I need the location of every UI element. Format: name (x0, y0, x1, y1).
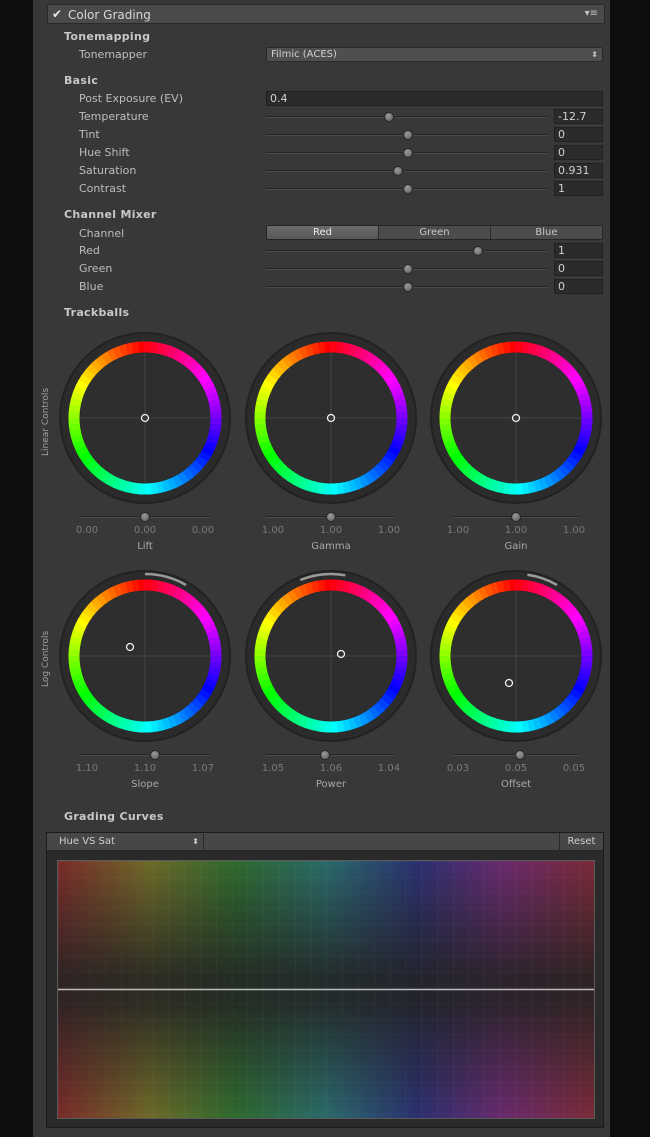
basic-hue-shift-value[interactable]: 0 (554, 145, 603, 160)
offset-label: Offset (500, 779, 532, 790)
mixer-red-label: Red (79, 244, 100, 257)
gain-value-1: 1.00 (504, 525, 528, 536)
offset-value-1: 0.05 (504, 763, 528, 774)
basic-temperature-value[interactable]: -12.7 (554, 109, 603, 124)
tab-green[interactable]: Green (379, 226, 491, 239)
post-exposure-field[interactable]: 0.4 (266, 91, 603, 106)
curve-toolbar: Hue VS Sat ⬍ Reset (47, 833, 603, 851)
slider-thumb[interactable] (392, 166, 403, 176)
power-value-0: 1.05 (261, 763, 285, 774)
section-trackballs: Trackballs (64, 306, 130, 319)
gain-trackball[interactable] (426, 328, 606, 508)
slope-slider[interactable] (80, 754, 210, 756)
component-title: Color Grading (68, 8, 151, 22)
slope-trackball[interactable] (55, 566, 235, 746)
basic-temperature-label: Temperature (79, 110, 149, 123)
tab-red[interactable]: Red (267, 226, 379, 239)
lift-value-0: 0.00 (75, 525, 99, 536)
slider-thumb[interactable] (514, 750, 525, 760)
gamma-value-2: 1.00 (377, 525, 401, 536)
gain-label: Gain (504, 541, 528, 552)
tonemapper-label: Tonemapper (79, 48, 148, 61)
enable-checkbox[interactable]: ✔ (52, 8, 65, 21)
slider-thumb[interactable] (511, 512, 521, 522)
offset-value-0: 0.03 (446, 763, 470, 774)
post-exposure-label: Post Exposure (EV) (79, 92, 183, 105)
tonemapper-dropdown[interactable]: Filmic (ACES) ⬍ (266, 47, 603, 62)
offset-trackball[interactable] (426, 566, 606, 746)
power-label: Power (315, 779, 347, 790)
gamma-value-1: 1.00 (319, 525, 343, 536)
section-channel-mixer: Channel Mixer (64, 208, 157, 221)
curve-editor: Hue VS Sat ⬍ Reset (46, 832, 604, 1128)
slope-value-2: 1.07 (191, 763, 215, 774)
curve-type-value: Hue VS Sat (59, 836, 115, 847)
section-tonemapping: Tonemapping (64, 30, 151, 43)
lift-value-1: 0.00 (133, 525, 157, 536)
section-basic: Basic (64, 74, 99, 87)
dropdown-arrow-icon: ⬍ (591, 50, 598, 59)
lift-value-2: 0.00 (191, 525, 215, 536)
slider-thumb[interactable] (326, 512, 336, 522)
basic-contrast-label: Contrast (79, 182, 127, 195)
channel-label: Channel (79, 227, 125, 240)
slider-thumb[interactable] (402, 264, 413, 274)
tonemapper-value: Filmic (ACES) (271, 49, 337, 60)
basic-contrast-value[interactable]: 1 (554, 181, 603, 196)
lift-label: Lift (137, 541, 153, 552)
slope-label: Slope (131, 779, 159, 790)
basic-hue-shift-label: Hue Shift (79, 146, 130, 159)
slider-thumb[interactable] (402, 282, 413, 292)
offset-value-2: 0.05 (562, 763, 586, 774)
tab-blue[interactable]: Blue (491, 226, 602, 239)
mixer-green-label: Green (79, 262, 113, 275)
slider-thumb[interactable] (402, 148, 413, 158)
gamma-trackball[interactable] (241, 328, 421, 508)
gamma-label: Gamma (311, 541, 351, 552)
dropdown-arrow-icon: ⬍ (192, 837, 199, 846)
gain-value-2: 1.00 (562, 525, 586, 536)
slope-value-0: 1.10 (75, 763, 99, 774)
power-trackball[interactable] (241, 566, 421, 746)
slope-value-1: 1.10 (133, 763, 157, 774)
power-value-1: 1.06 (319, 763, 343, 774)
slider-thumb[interactable] (402, 130, 413, 140)
curve-graph[interactable] (57, 860, 595, 1119)
slider-thumb[interactable] (402, 184, 413, 194)
lift-trackball[interactable] (55, 328, 235, 508)
slider-thumb[interactable] (140, 512, 150, 522)
basic-tint-label: Tint (79, 128, 100, 141)
basic-temperature-slider[interactable] (266, 116, 549, 118)
power-slider[interactable] (266, 754, 396, 756)
component-header[interactable]: ✔ Color Grading ▾≡ (47, 4, 605, 24)
channel-tabs: Red Green Blue (266, 225, 603, 240)
basic-saturation-value[interactable]: 0.931 (554, 163, 603, 178)
basic-saturation-slider[interactable] (266, 170, 549, 172)
gain-value-0: 1.00 (446, 525, 470, 536)
curve-type-dropdown[interactable]: Hue VS Sat ⬍ (54, 834, 204, 850)
mixer-blue-value[interactable]: 0 (554, 279, 603, 294)
slider-thumb[interactable] (319, 750, 330, 760)
curve-graph-canvas (58, 861, 594, 1118)
mixer-red-slider[interactable] (266, 250, 549, 252)
power-value-2: 1.04 (377, 763, 401, 774)
gamma-value-0: 1.00 (261, 525, 285, 536)
mixer-red-value[interactable]: 1 (554, 243, 603, 258)
log-controls-label: Log Controls (41, 630, 51, 687)
settings-menu-icon[interactable]: ▾≡ (585, 8, 598, 19)
basic-saturation-label: Saturation (79, 164, 137, 177)
reset-button[interactable]: Reset (559, 833, 603, 851)
basic-tint-value[interactable]: 0 (554, 127, 603, 142)
linear-controls-label: Linear Controls (41, 387, 51, 456)
mixer-blue-label: Blue (79, 280, 104, 293)
section-grading-curves: Grading Curves (64, 810, 164, 823)
mixer-green-value[interactable]: 0 (554, 261, 603, 276)
